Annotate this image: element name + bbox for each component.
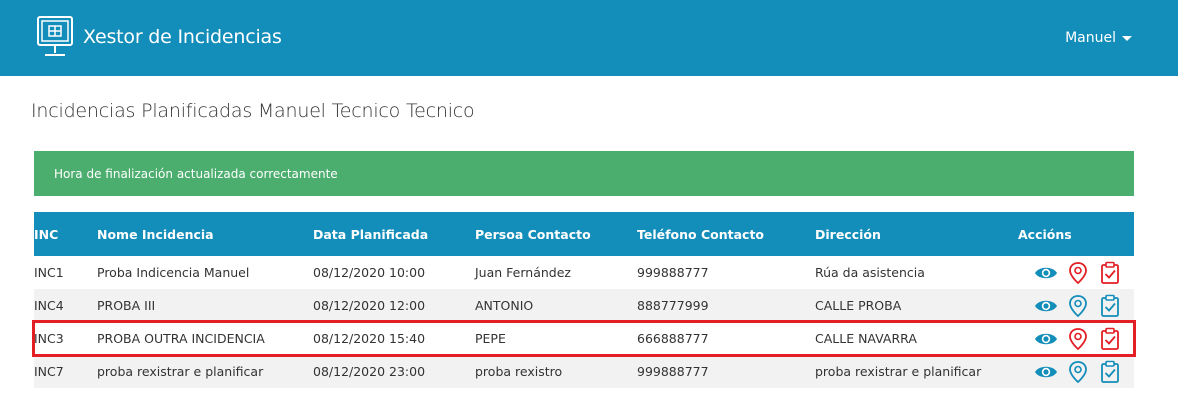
cell-inc: INC4 xyxy=(34,298,64,313)
top-navbar: Xestor de Incidencias Manuel xyxy=(0,0,1178,76)
caret-down-icon xyxy=(1122,35,1132,41)
incidents-table: INC Nome Incidencia Data Planificada Per… xyxy=(32,212,1136,388)
cell-address: CALLE PROBA xyxy=(815,298,902,313)
cell-name: PROBA OUTRA INCIDENCIA xyxy=(97,331,265,346)
column-header-actions: Accións xyxy=(1018,212,1134,256)
map-pin-icon[interactable] xyxy=(1066,360,1090,384)
cell-person: Juan Fernández xyxy=(475,265,571,280)
column-header-person: Persoa Contacto xyxy=(475,212,637,256)
cell-phone: 666888777 xyxy=(637,331,709,346)
eye-icon[interactable] xyxy=(1034,294,1058,318)
map-pin-icon[interactable] xyxy=(1066,327,1090,351)
cell-address: CALLE NAVARRA xyxy=(815,331,917,346)
eye-icon[interactable] xyxy=(1034,261,1058,285)
clipboard-check-icon[interactable] xyxy=(1098,261,1122,285)
success-alert: Hora de finalización actualizada correct… xyxy=(34,151,1134,196)
page-title: Incidencias Planificadas Manuel Tecnico … xyxy=(31,100,475,122)
cell-inc: INC7 xyxy=(34,364,64,379)
cell-actions xyxy=(1018,355,1134,388)
cell-phone: 999888777 xyxy=(637,364,709,379)
table-row: INC3 PROBA OUTRA INCIDENCIA 08/12/2020 15:… xyxy=(32,320,1136,357)
user-menu-dropdown[interactable]: Manuel xyxy=(1065,30,1132,46)
cell-date: 08/12/2020 15:40 xyxy=(313,331,426,346)
cell-actions xyxy=(1018,256,1134,289)
table-header-row: INC Nome Incidencia Data Planificada Per… xyxy=(34,212,1134,256)
app-title: Xestor de Incidencias xyxy=(83,26,282,48)
cell-actions xyxy=(1018,322,1134,355)
cell-date: 08/12/2020 10:00 xyxy=(313,265,426,280)
eye-icon[interactable] xyxy=(1034,360,1058,384)
cell-person: ANTONIO xyxy=(475,298,534,313)
column-header-phone: Teléfono Contacto xyxy=(637,212,815,256)
cell-actions xyxy=(1018,289,1134,322)
cell-name: PROBA III xyxy=(97,298,156,313)
column-header-name: Nome Incidencia xyxy=(97,212,313,256)
cell-person: proba rexistro xyxy=(475,364,563,379)
cell-inc: INC1 xyxy=(34,265,64,280)
cell-address: proba rexistrar e planificar xyxy=(815,364,982,379)
cell-name: Proba Indicencia Manuel xyxy=(97,265,250,280)
clipboard-check-icon[interactable] xyxy=(1098,327,1122,351)
cell-person: PEPE xyxy=(475,331,506,346)
brand[interactable]: Xestor de Incidencias xyxy=(36,15,282,59)
user-menu-label: Manuel xyxy=(1065,30,1116,46)
monitor-logo-icon xyxy=(37,16,73,56)
alert-message: Hora de finalización actualizada correct… xyxy=(54,166,338,181)
table-row: INC1 Proba Indicencia Manuel 08/12/2020 10… xyxy=(34,256,1134,289)
table-row: INC4 PROBA III 08/12/2020 12:00 ANTONIO 8887… xyxy=(34,289,1134,322)
map-pin-icon[interactable] xyxy=(1066,294,1090,318)
clipboard-check-icon[interactable] xyxy=(1098,294,1122,318)
column-header-address: Dirección xyxy=(815,212,1018,256)
eye-icon[interactable] xyxy=(1034,327,1058,351)
map-pin-icon[interactable] xyxy=(1066,261,1090,285)
clipboard-check-icon[interactable] xyxy=(1098,360,1122,384)
table-row: INC7 proba rexistrar e planificar 08/12/20… xyxy=(34,355,1134,388)
cell-name: proba rexistrar e planificar xyxy=(97,364,264,379)
cell-address: Rúa da asistencia xyxy=(815,265,925,280)
cell-inc: INC3 xyxy=(34,331,64,346)
cell-date: 08/12/2020 23:00 xyxy=(313,364,426,379)
column-header-inc: INC xyxy=(34,212,97,256)
column-header-date: Data Planificada xyxy=(313,212,475,256)
cell-phone: 888777999 xyxy=(637,298,709,313)
cell-date: 08/12/2020 12:00 xyxy=(313,298,426,313)
cell-phone: 999888777 xyxy=(637,265,709,280)
